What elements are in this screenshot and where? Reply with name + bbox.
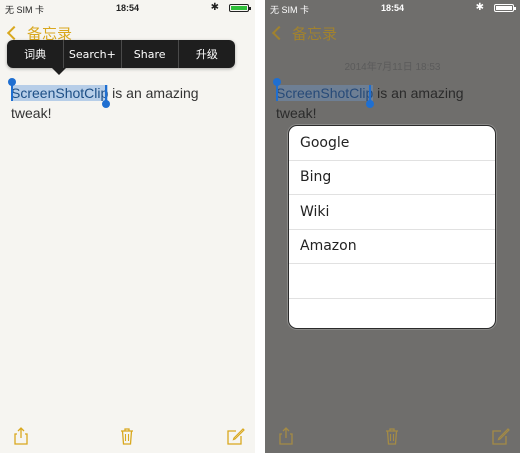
menu-item-upgrade[interactable]: 升级 (179, 40, 235, 68)
status-bar: 无 SIM 卡 18:54 ✱ (0, 0, 255, 18)
back-label: 备忘录 (292, 24, 338, 43)
selected-text[interactable]: ScreenShotClip (11, 85, 109, 101)
note-body[interactable]: ScreenShotClip is an amazing tweak! (11, 83, 211, 123)
chevron-left-icon (271, 25, 287, 41)
trash-icon[interactable] (383, 427, 401, 445)
edit-popup-menu: 词典 Search+ Share 升级 (7, 40, 235, 68)
battery-icon (229, 4, 251, 12)
note-body[interactable]: ScreenShotClip is an amazing tweak! (276, 83, 476, 123)
screens-divider (255, 0, 265, 453)
chevron-left-icon (6, 25, 22, 41)
trash-icon[interactable] (118, 427, 136, 445)
selection-end-handle[interactable] (366, 85, 374, 108)
search-option-bing[interactable]: Bing (289, 161, 495, 195)
selection-start-handle[interactable] (8, 78, 16, 101)
empty-list-row (289, 299, 495, 329)
bottom-toolbar (265, 419, 520, 453)
back-button[interactable]: 备忘录 (271, 24, 338, 43)
selection-end-handle[interactable] (102, 85, 110, 108)
bluetooth-icon: ✱ (210, 2, 219, 13)
selected-text[interactable]: ScreenShotClip (276, 85, 374, 101)
share-icon[interactable] (277, 427, 295, 445)
left-screen: 无 SIM 卡 18:54 ✱ 备忘录 词典 Search+ Share 升级 … (0, 0, 255, 453)
selection-start-handle[interactable] (273, 78, 281, 101)
empty-list-row (289, 264, 495, 299)
bluetooth-icon: ✱ (475, 2, 484, 13)
bottom-toolbar (0, 419, 255, 453)
menu-item-share[interactable]: Share (122, 40, 179, 68)
search-option-wiki[interactable]: Wiki (289, 195, 495, 230)
right-screen: 无 SIM 卡 18:54 ✱ 备忘录 2014年7月11日 18:53 Scr… (265, 0, 520, 453)
note-date: 2014年7月11日 18:53 (344, 62, 441, 73)
menu-item-search-plus[interactable]: Search+ (64, 40, 122, 68)
status-bar: 无 SIM 卡 18:54 ✱ (265, 0, 520, 18)
search-option-amazon[interactable]: Amazon (289, 230, 495, 264)
menu-item-dictionary[interactable]: 词典 (7, 40, 65, 68)
compose-icon[interactable] (492, 427, 510, 445)
share-icon[interactable] (12, 427, 30, 445)
compose-icon[interactable] (227, 427, 245, 445)
search-option-google[interactable]: Google (289, 126, 495, 161)
popup-arrow (52, 68, 66, 75)
search-engine-list: Google Bing Wiki Amazon (288, 125, 496, 329)
battery-icon (494, 4, 516, 12)
